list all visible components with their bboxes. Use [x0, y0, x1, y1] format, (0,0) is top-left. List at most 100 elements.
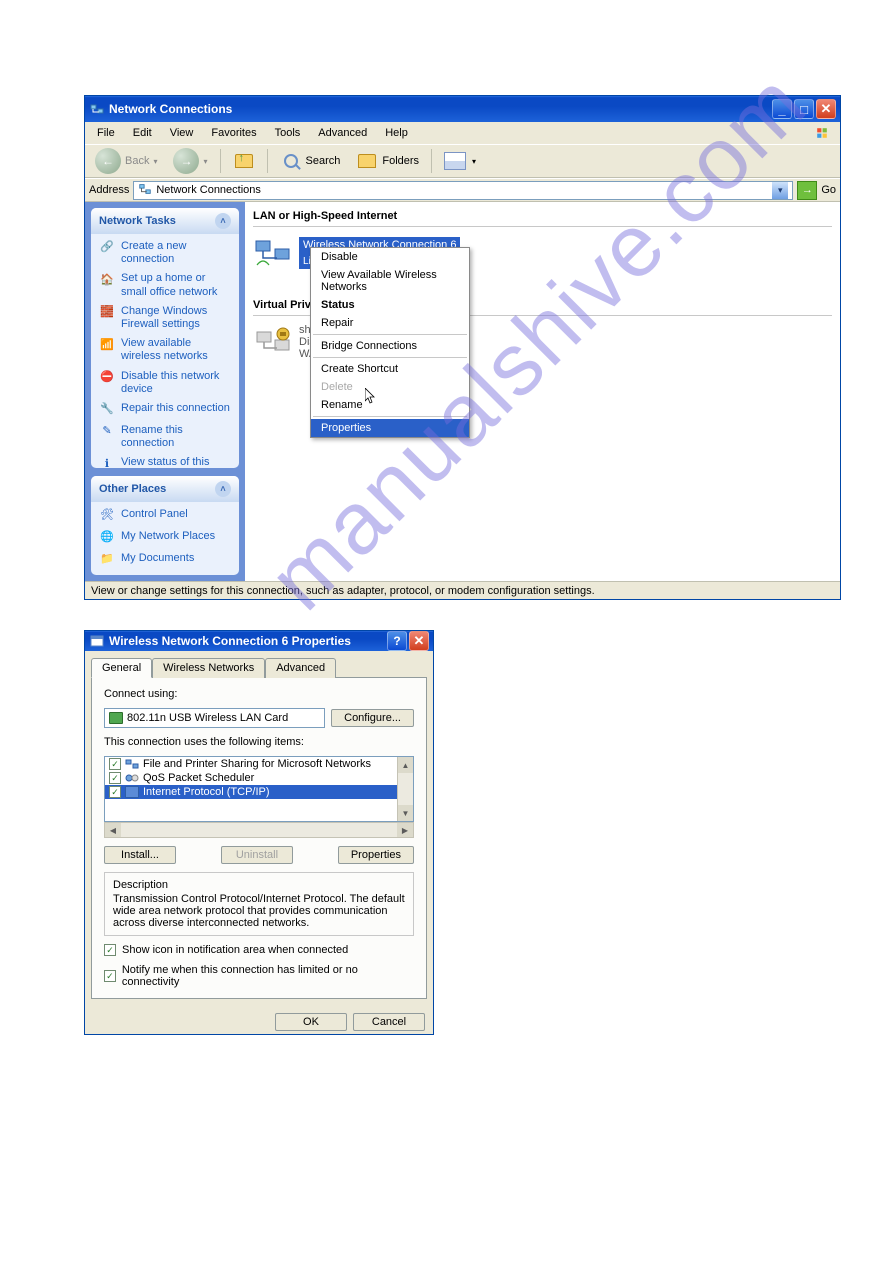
menu-file[interactable]: File — [89, 125, 123, 141]
scroll-right-icon[interactable]: ▶ — [397, 823, 413, 837]
description-text: Transmission Control Protocol/Internet P… — [113, 893, 405, 929]
properties-icon — [89, 633, 105, 649]
task-view-status[interactable]: ℹView status of this connection — [99, 456, 231, 467]
tab-page-general: Connect using: 802.11n USB Wireless LAN … — [91, 677, 427, 999]
task-disable-device[interactable]: ⛔Disable this network device — [99, 370, 231, 396]
list-item-label: Internet Protocol (TCP/IP) — [143, 786, 270, 798]
status-icon: ℹ — [99, 456, 115, 467]
checkbox-label: Show icon in notification area when conn… — [122, 944, 348, 956]
section-lan-header: LAN or High-Speed Internet — [253, 208, 832, 227]
place-my-documents[interactable]: 📁 My Documents — [99, 552, 231, 568]
maximize-button[interactable]: □ — [794, 99, 814, 119]
adapter-field[interactable]: 802.11n USB Wireless LAN Card — [104, 708, 325, 728]
vertical-scrollbar[interactable]: ▲▼ — [397, 757, 413, 821]
task-view-wireless[interactable]: 📶View available wireless networks — [99, 337, 231, 363]
folders-button[interactable]: Folders — [350, 148, 425, 174]
install-button[interactable]: Install... — [104, 846, 176, 864]
home-icon: 🏠 — [99, 272, 115, 288]
menu-edit[interactable]: Edit — [125, 125, 160, 141]
menu-tools[interactable]: Tools — [267, 125, 309, 141]
place-control-panel[interactable]: 🛠Control Panel — [99, 508, 231, 524]
scroll-left-icon[interactable]: ◀ — [105, 823, 121, 837]
menu-advanced[interactable]: Advanced — [310, 125, 375, 141]
window-title: Network Connections — [109, 102, 772, 116]
configure-button[interactable]: Configure... — [331, 709, 414, 727]
network-tasks-panel: Network Tasks˄ 🔗Create a new connection … — [91, 208, 239, 468]
views-button[interactable]: ▾ — [438, 150, 482, 172]
back-button[interactable]: ←Back▾ — [89, 146, 163, 176]
task-setup-home-network[interactable]: 🏠Set up a home or small office network — [99, 272, 231, 298]
chevron-up-icon: ˄ — [215, 213, 231, 229]
go-label: Go — [821, 184, 836, 196]
ctx-shortcut[interactable]: Create Shortcut — [311, 360, 469, 378]
ctx-bridge[interactable]: Bridge Connections — [311, 337, 469, 355]
scroll-up-icon[interactable]: ▲ — [398, 757, 413, 773]
forward-button[interactable]: →▾ — [167, 146, 213, 176]
close-button[interactable]: ✕ — [816, 99, 836, 119]
place-network-places[interactable]: 🌐My Network Places — [99, 530, 231, 546]
checkbox-icon[interactable]: ✓ — [109, 786, 121, 798]
ctx-properties[interactable]: Properties — [311, 419, 469, 437]
context-menu: Disable View Available Wireless Networks… — [310, 247, 470, 438]
content-area: LAN or High-Speed Internet Wireless Netw… — [245, 202, 840, 581]
ctx-disable[interactable]: Disable — [311, 248, 469, 266]
menu-favorites[interactable]: Favorites — [203, 125, 264, 141]
place-label: My Documents — [121, 552, 194, 565]
help-button[interactable]: ? — [387, 631, 407, 651]
network-tasks-header[interactable]: Network Tasks˄ — [91, 208, 239, 234]
tab-general[interactable]: General — [91, 658, 152, 678]
network-connections-window: Network Connections _ □ ✕ File Edit View… — [84, 95, 841, 600]
address-input[interactable]: Network Connections ▾ — [133, 181, 793, 200]
show-icon-checkbox[interactable]: ✓ Show icon in notification area when con… — [104, 944, 414, 956]
up-button[interactable] — [227, 148, 261, 174]
other-places-header[interactable]: Other Places˄ — [91, 476, 239, 502]
task-create-connection[interactable]: 🔗Create a new connection — [99, 240, 231, 266]
menu-help[interactable]: Help — [377, 125, 416, 141]
list-item[interactable]: ✓ Internet Protocol (TCP/IP) — [105, 785, 413, 799]
titlebar[interactable]: Network Connections _ □ ✕ — [85, 96, 840, 122]
minimize-button[interactable]: _ — [772, 99, 792, 119]
properties-button[interactable]: Properties — [338, 846, 414, 864]
list-item[interactable]: ✓File and Printer Sharing for Microsoft … — [105, 757, 413, 771]
menu-view[interactable]: View — [162, 125, 202, 141]
tab-wireless-networks[interactable]: Wireless Networks — [152, 658, 265, 678]
documents-icon: 📁 — [99, 552, 115, 568]
ok-button[interactable]: OK — [275, 1013, 347, 1031]
ctx-status[interactable]: Status — [311, 296, 469, 314]
dropdown-icon[interactable]: ▾ — [772, 182, 788, 199]
protocol-icon — [125, 786, 139, 798]
checkbox-icon[interactable]: ✓ — [109, 772, 121, 784]
close-button[interactable]: ✕ — [409, 631, 429, 651]
separator — [313, 357, 467, 358]
scroll-down-icon[interactable]: ▼ — [398, 805, 413, 821]
cancel-button[interactable]: Cancel — [353, 1013, 425, 1031]
back-label: Back — [125, 155, 149, 167]
wireless-connection-icon — [253, 235, 293, 271]
computer-icon: 💻 — [99, 574, 115, 575]
go-button[interactable]: → — [797, 181, 817, 200]
items-list[interactable]: ✓File and Printer Sharing for Microsoft … — [104, 756, 414, 822]
task-repair-connection[interactable]: 🔧Repair this connection — [99, 402, 231, 418]
dialog-title: Wireless Network Connection 6 Properties — [109, 634, 387, 648]
search-button[interactable]: Search — [274, 148, 347, 174]
horizontal-scrollbar[interactable]: ◀▶ — [104, 822, 414, 838]
notify-checkbox[interactable]: ✓ Notify me when this connection has limi… — [104, 964, 414, 988]
titlebar[interactable]: Wireless Network Connection 6 Properties… — [85, 631, 433, 651]
ctx-view-wireless[interactable]: View Available Wireless Networks — [311, 266, 469, 296]
checkbox-label: Notify me when this connection has limit… — [122, 964, 414, 988]
ctx-repair[interactable]: Repair — [311, 314, 469, 332]
ctx-rename[interactable]: Rename — [311, 396, 469, 414]
tab-advanced[interactable]: Advanced — [265, 658, 336, 678]
search-label: Search — [306, 155, 341, 167]
checkbox-icon[interactable]: ✓ — [104, 970, 116, 982]
description-box: Description Transmission Control Protoco… — [104, 872, 414, 936]
place-my-computer[interactable]: 💻My Computer — [99, 574, 231, 575]
ctx-delete: Delete — [311, 378, 469, 396]
task-firewall-settings[interactable]: 🧱Change Windows Firewall settings — [99, 305, 231, 331]
checkbox-icon[interactable]: ✓ — [109, 758, 121, 770]
checkbox-icon[interactable]: ✓ — [104, 944, 116, 956]
wireless-icon: 📶 — [99, 337, 115, 353]
network-icon — [89, 101, 105, 117]
task-rename-connection[interactable]: ✎Rename this connection — [99, 424, 231, 450]
list-item[interactable]: ✓QoS Packet Scheduler — [105, 771, 413, 785]
